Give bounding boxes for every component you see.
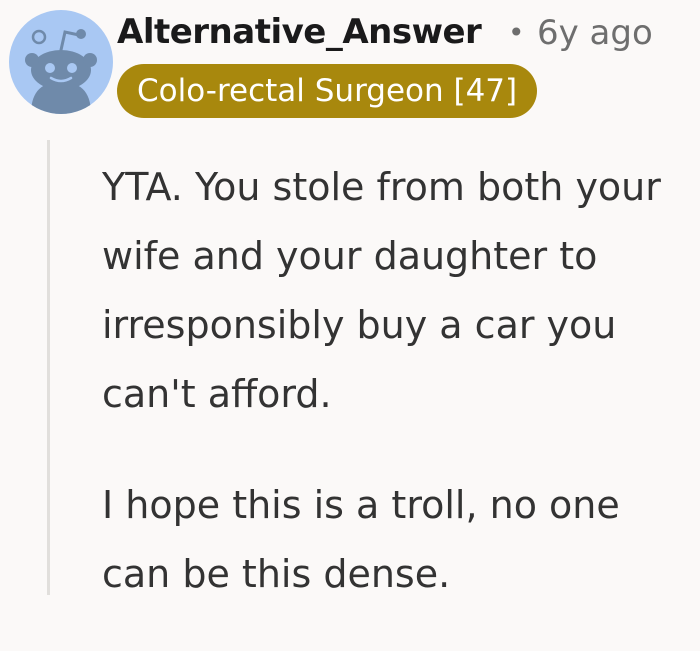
comment-author[interactable]: Alternative_Answer	[117, 8, 482, 56]
user-flair: Colo-rectal Surgeon [47]	[117, 64, 538, 118]
comment-timestamp[interactable]: 6y ago	[537, 10, 653, 56]
meta-separator: •	[508, 16, 525, 49]
comment-paragraph: I hope this is a troll, no one can be th…	[102, 483, 620, 596]
comment-body: YTA. You stole from both your wife and y…	[102, 153, 696, 651]
avatar[interactable]	[9, 10, 113, 114]
comment-paragraph: YTA. You stole from both your wife and y…	[102, 165, 661, 416]
thread-line[interactable]	[47, 140, 50, 595]
reddit-snoo-avatar-icon	[25, 29, 97, 114]
